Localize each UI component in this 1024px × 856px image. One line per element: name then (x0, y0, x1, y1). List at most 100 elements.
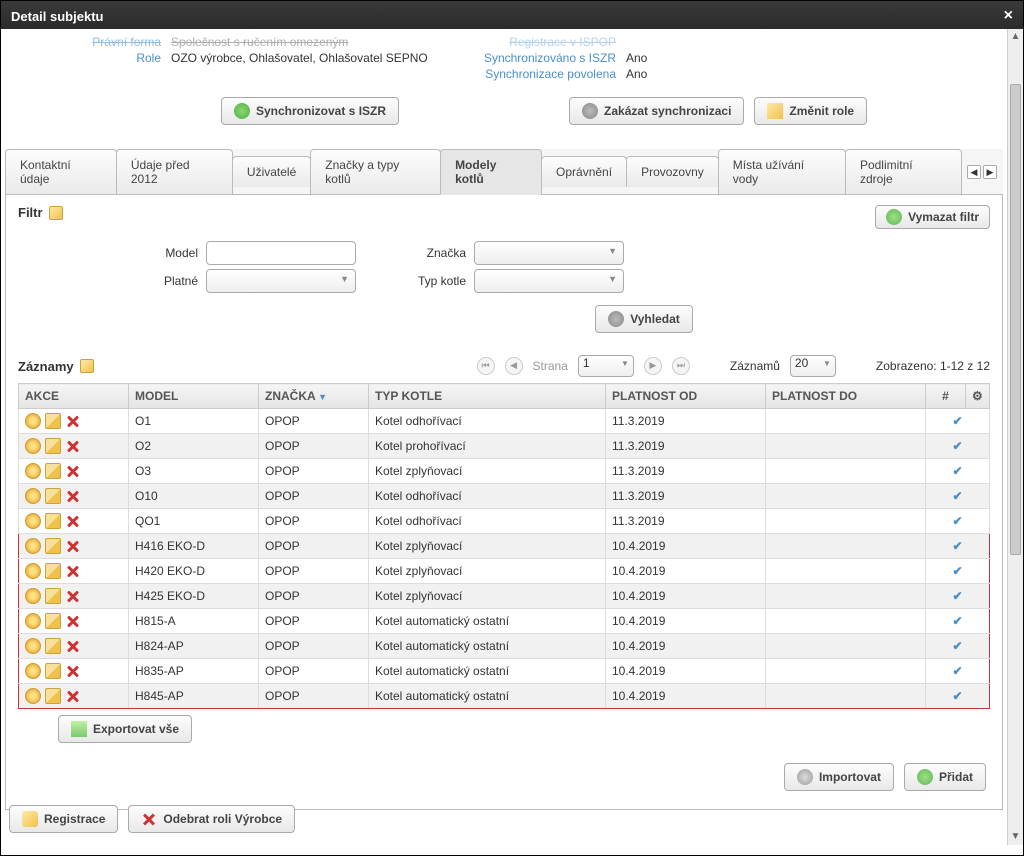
col-platnost-od[interactable]: PLATNOST OD (606, 384, 766, 409)
view-icon[interactable] (25, 663, 41, 679)
view-icon[interactable] (25, 563, 41, 579)
edit-icon[interactable] (45, 638, 61, 654)
table-row[interactable]: O2OPOPKotel prohořívací11.3.2019✔ (19, 434, 990, 459)
edit-icon[interactable] (45, 688, 61, 704)
znacka-filter-select[interactable] (474, 241, 624, 265)
view-icon[interactable] (25, 513, 41, 529)
edit-icon[interactable] (45, 513, 61, 529)
pravni-forma-label: Právní forma (21, 35, 161, 49)
delete-icon[interactable] (65, 488, 81, 504)
table-row[interactable]: H416 EKO-DOPOPKotel zplyňovací10.4.2019✔ (19, 534, 990, 559)
delete-icon[interactable] (65, 638, 81, 654)
page-select[interactable]: 1 (578, 355, 634, 377)
change-roles-button[interactable]: Změnit role (754, 97, 867, 125)
view-icon[interactable] (25, 413, 41, 429)
edit-icon[interactable] (45, 538, 61, 554)
tab-scroll-right[interactable]: ▶ (983, 165, 997, 179)
export-all-button[interactable]: Exportovat vše (58, 715, 192, 743)
table-row[interactable]: H845-APOPOPKotel automatický ostatní10.4… (19, 684, 990, 709)
tab-scroll-left[interactable]: ◀ (967, 165, 981, 179)
table-row[interactable]: O3OPOPKotel zplyňovací11.3.2019✔ (19, 459, 990, 484)
vertical-scrollbar[interactable]: ▲ ▼ (1007, 29, 1023, 845)
table-row[interactable]: H425 EKO-DOPOPKotel zplyňovací10.4.2019✔ (19, 584, 990, 609)
tab-m-sta-u-v-n-vody[interactable]: Místa užívání vody (718, 149, 846, 194)
scroll-down-icon[interactable]: ▼ (1008, 829, 1023, 845)
view-icon[interactable] (25, 638, 41, 654)
page-prev-button[interactable]: ◀ (505, 357, 523, 375)
delete-icon[interactable] (65, 538, 81, 554)
scroll-up-icon[interactable]: ▲ (1008, 29, 1023, 45)
tab-modely-kotl-[interactable]: Modely kotlů (440, 149, 542, 195)
column-settings-icon[interactable]: ⚙ (966, 384, 990, 409)
view-icon[interactable] (25, 488, 41, 504)
view-icon[interactable] (25, 613, 41, 629)
delete-icon[interactable] (65, 438, 81, 454)
sync-iszr-button[interactable]: Synchronizovat s ISZR (221, 97, 399, 125)
remove-role-button[interactable]: Odebrat roli Výrobce (128, 805, 295, 833)
cell-typ: Kotel prohořívací (369, 434, 606, 459)
edit-icon[interactable] (45, 563, 61, 579)
edit-icon[interactable] (45, 663, 61, 679)
tab-kontaktn-daje[interactable]: Kontaktní údaje (5, 149, 117, 194)
edit-icon[interactable] (45, 463, 61, 479)
table-row[interactable]: H824-APOPOPKotel automatický ostatní10.4… (19, 634, 990, 659)
table-row[interactable]: QO1OPOPKotel odhořívací11.3.2019✔ (19, 509, 990, 534)
delete-icon[interactable] (65, 413, 81, 429)
registration-button[interactable]: Registrace (9, 805, 118, 833)
edit-icon[interactable] (45, 438, 61, 454)
edit-icon[interactable] (45, 613, 61, 629)
table-row[interactable]: H835-APOPOPKotel automatický ostatní10.4… (19, 659, 990, 684)
page-last-button[interactable]: ⏭ (672, 357, 690, 375)
view-icon[interactable] (25, 438, 41, 454)
view-icon[interactable] (25, 688, 41, 704)
col-model[interactable]: MODEL (129, 384, 259, 409)
col-zna-ka[interactable]: ZNAČKA (259, 384, 369, 409)
tab-opr-vn-n-[interactable]: Oprávnění (541, 156, 627, 187)
delete-icon[interactable] (65, 563, 81, 579)
delete-icon[interactable] (65, 688, 81, 704)
close-icon[interactable]: × (1004, 7, 1013, 25)
clear-filter-button[interactable]: Vymazat filtr (875, 205, 990, 229)
search-button[interactable]: Vyhledat (595, 305, 693, 333)
typ-filter-select[interactable] (474, 269, 624, 293)
model-filter-input[interactable] (206, 241, 356, 265)
table-row[interactable]: H815-AOPOPKotel automatický ostatní10.4.… (19, 609, 990, 634)
page-first-button[interactable]: ⏮ (477, 357, 495, 375)
block-sync-button[interactable]: Zakázat synchronizaci (569, 97, 744, 125)
col-typ-kotle[interactable]: TYP KOTLE (369, 384, 606, 409)
delete-icon[interactable] (65, 663, 81, 679)
cell-od: 11.3.2019 (606, 484, 766, 509)
tab--daje-p-ed-2012[interactable]: Údaje před 2012 (116, 149, 233, 194)
cell-typ: Kotel automatický ostatní (369, 659, 606, 684)
delete-icon[interactable] (65, 513, 81, 529)
col--[interactable]: # (926, 384, 966, 409)
delete-icon[interactable] (65, 613, 81, 629)
pagesize-select[interactable]: 20 (790, 355, 836, 377)
table-row[interactable]: H420 EKO-DOPOPKotel zplyňovací10.4.2019✔ (19, 559, 990, 584)
import-button[interactable]: Importovat (784, 763, 894, 791)
pencil-icon[interactable] (49, 206, 63, 220)
tab-u-ivatel-[interactable]: Uživatelé (232, 156, 311, 187)
pencil-icon[interactable] (80, 359, 94, 373)
delete-icon[interactable] (65, 463, 81, 479)
col-akce[interactable]: AKCE (19, 384, 129, 409)
tab-provozovny[interactable]: Provozovny (626, 156, 719, 187)
table-row[interactable]: O10OPOPKotel odhořívací11.3.2019✔ (19, 484, 990, 509)
edit-icon[interactable] (45, 413, 61, 429)
tab-zna-ky-a-typy-kotl-[interactable]: Značky a typy kotlů (310, 149, 441, 194)
tab-podlimitn-zdroje[interactable]: Podlimitní zdroje (845, 149, 962, 194)
platne-filter-select[interactable] (206, 269, 356, 293)
cell-model: H420 EKO-D (129, 559, 259, 584)
delete-icon[interactable] (65, 588, 81, 604)
view-icon[interactable] (25, 463, 41, 479)
table-row[interactable]: O1OPOPKotel odhořívací11.3.2019✔ (19, 409, 990, 434)
edit-icon[interactable] (45, 588, 61, 604)
col-platnost-do[interactable]: PLATNOST DO (766, 384, 926, 409)
page-next-button[interactable]: ▶ (644, 357, 662, 375)
view-icon[interactable] (25, 588, 41, 604)
view-icon[interactable] (25, 538, 41, 554)
add-button[interactable]: Přidat (904, 763, 986, 791)
edit-icon[interactable] (45, 488, 61, 504)
cell-do (766, 534, 926, 559)
scroll-thumb[interactable] (1010, 84, 1021, 554)
